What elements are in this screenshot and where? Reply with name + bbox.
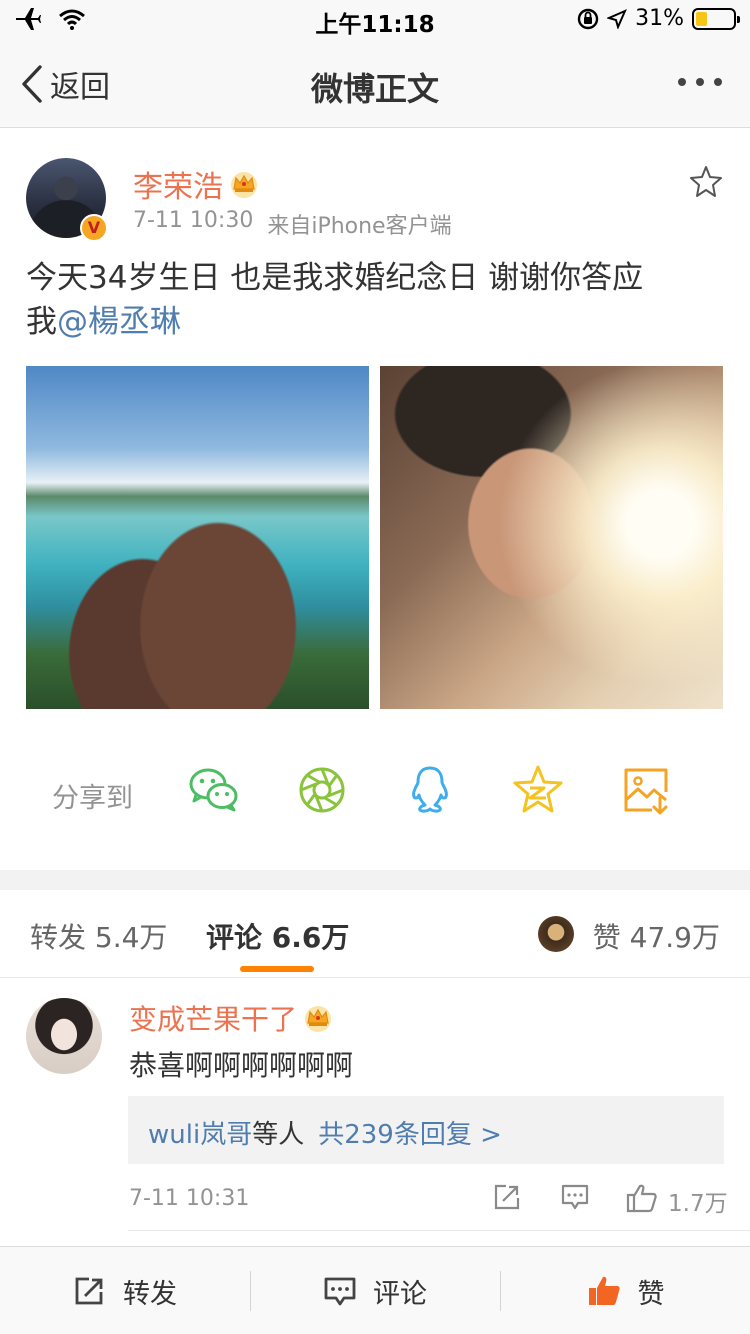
comment-likes: 1.7万 xyxy=(668,1191,728,1217)
page-title: 微博正文 xyxy=(310,70,439,108)
post-card: V 李荣浩 7-11 10:30 来自iPhone客户端 今天34岁生日 也是我… xyxy=(0,128,750,870)
post-text-line2: 我@楊丞琳 xyxy=(26,300,726,344)
post-source: 来自iPhone客户端 xyxy=(267,214,452,239)
liker-avatar xyxy=(538,916,574,952)
battery-icon xyxy=(692,7,740,30)
comment-time: 7-11 10:31 xyxy=(129,1186,250,1211)
tab-active-indicator xyxy=(240,966,314,972)
bottom-action-bar: 转发 评论 赞 xyxy=(0,1246,750,1334)
location-icon xyxy=(607,8,628,29)
section-divider xyxy=(0,870,750,890)
share-row: 分享到 xyxy=(0,750,750,834)
mention-link[interactable]: @楊丞琳 xyxy=(57,304,181,340)
crown-icon xyxy=(231,172,257,198)
qzone-icon[interactable] xyxy=(510,762,566,818)
thumbs-up-filled-icon xyxy=(588,1276,620,1305)
comment-icon[interactable] xyxy=(560,1182,590,1212)
nav-bar: 返回 微博正文 xyxy=(0,40,750,128)
star-icon[interactable] xyxy=(688,164,724,200)
share-label: 分享到 xyxy=(52,783,133,814)
like-button[interactable]: 赞 xyxy=(500,1247,750,1334)
comment-item: 变成芒果干了 恭喜啊啊啊啊啊啊 wuli岚哥等人 共239条回复 > 7-11 1… xyxy=(0,978,750,1232)
reply-summary[interactable]: wuli岚哥等人 共239条回复 > xyxy=(128,1096,724,1164)
verified-badge-icon: V xyxy=(80,214,108,242)
repost-label: 转发 xyxy=(123,1278,177,1310)
repost-button[interactable]: 转发 xyxy=(0,1247,250,1334)
post-photo-couple[interactable] xyxy=(380,366,723,709)
post-author: 李荣浩 xyxy=(133,162,259,206)
reply-count: 共239条回复 > xyxy=(318,1120,502,1150)
crown-level-icon xyxy=(305,1006,332,1032)
post-text-line1: 今天34岁生日 也是我求婚纪念日 谢谢你答应 xyxy=(26,260,644,296)
orientation-lock-icon xyxy=(577,8,599,29)
status-bar: 上午11:18 31% xyxy=(0,0,750,40)
comment-button[interactable]: 评论 xyxy=(250,1247,500,1334)
comment-icon xyxy=(324,1277,356,1306)
comment-text: 恭喜啊啊啊啊啊啊 xyxy=(129,1049,354,1082)
status-right: 31% xyxy=(577,6,740,31)
commenter-avatar[interactable] xyxy=(26,998,102,1074)
qq-icon[interactable] xyxy=(402,762,458,818)
tab-repost[interactable]: 转发 5.4万 xyxy=(30,916,167,956)
battery-percent: 31% xyxy=(635,6,684,31)
commenter-name[interactable]: 变成芒果干了 xyxy=(129,998,297,1038)
tab-comment[interactable]: 评论 6.6万 xyxy=(206,916,349,956)
post-meta: 7-11 10:30 来自iPhone客户端 xyxy=(133,208,452,240)
post-photo-ring-hands[interactable] xyxy=(26,366,369,709)
reply-users: wuli岚哥 xyxy=(148,1120,253,1150)
post-text: 今天34岁生日 也是我求婚纪念日 谢谢你答应 我@楊丞琳 xyxy=(26,256,726,344)
post-time: 7-11 10:30 xyxy=(133,208,254,233)
more-icon[interactable] xyxy=(678,78,722,86)
moments-icon[interactable] xyxy=(294,762,350,818)
author-name[interactable]: 李荣浩 xyxy=(133,162,223,206)
like-icon[interactable] xyxy=(625,1182,659,1214)
repost-icon[interactable] xyxy=(492,1182,522,1212)
reply-mid: 等人 xyxy=(252,1120,305,1150)
wechat-icon[interactable] xyxy=(186,762,242,818)
reply-summary-text: wuli岚哥等人 共239条回复 > xyxy=(148,1114,502,1151)
comment-divider xyxy=(128,1230,750,1231)
post-text-prefix: 我 xyxy=(26,304,57,340)
comment-author: 变成芒果干了 xyxy=(129,998,333,1038)
battery-fill xyxy=(696,11,708,26)
comment-label: 评论 xyxy=(373,1278,427,1310)
like-label: 赞 xyxy=(637,1278,665,1310)
comment-tabs: 转发 5.4万 评论 6.6万 赞 47.9万 xyxy=(0,890,750,978)
repost-icon xyxy=(75,1277,103,1305)
tab-like[interactable]: 赞 47.9万 xyxy=(593,916,720,956)
save-image-icon[interactable] xyxy=(618,762,674,818)
